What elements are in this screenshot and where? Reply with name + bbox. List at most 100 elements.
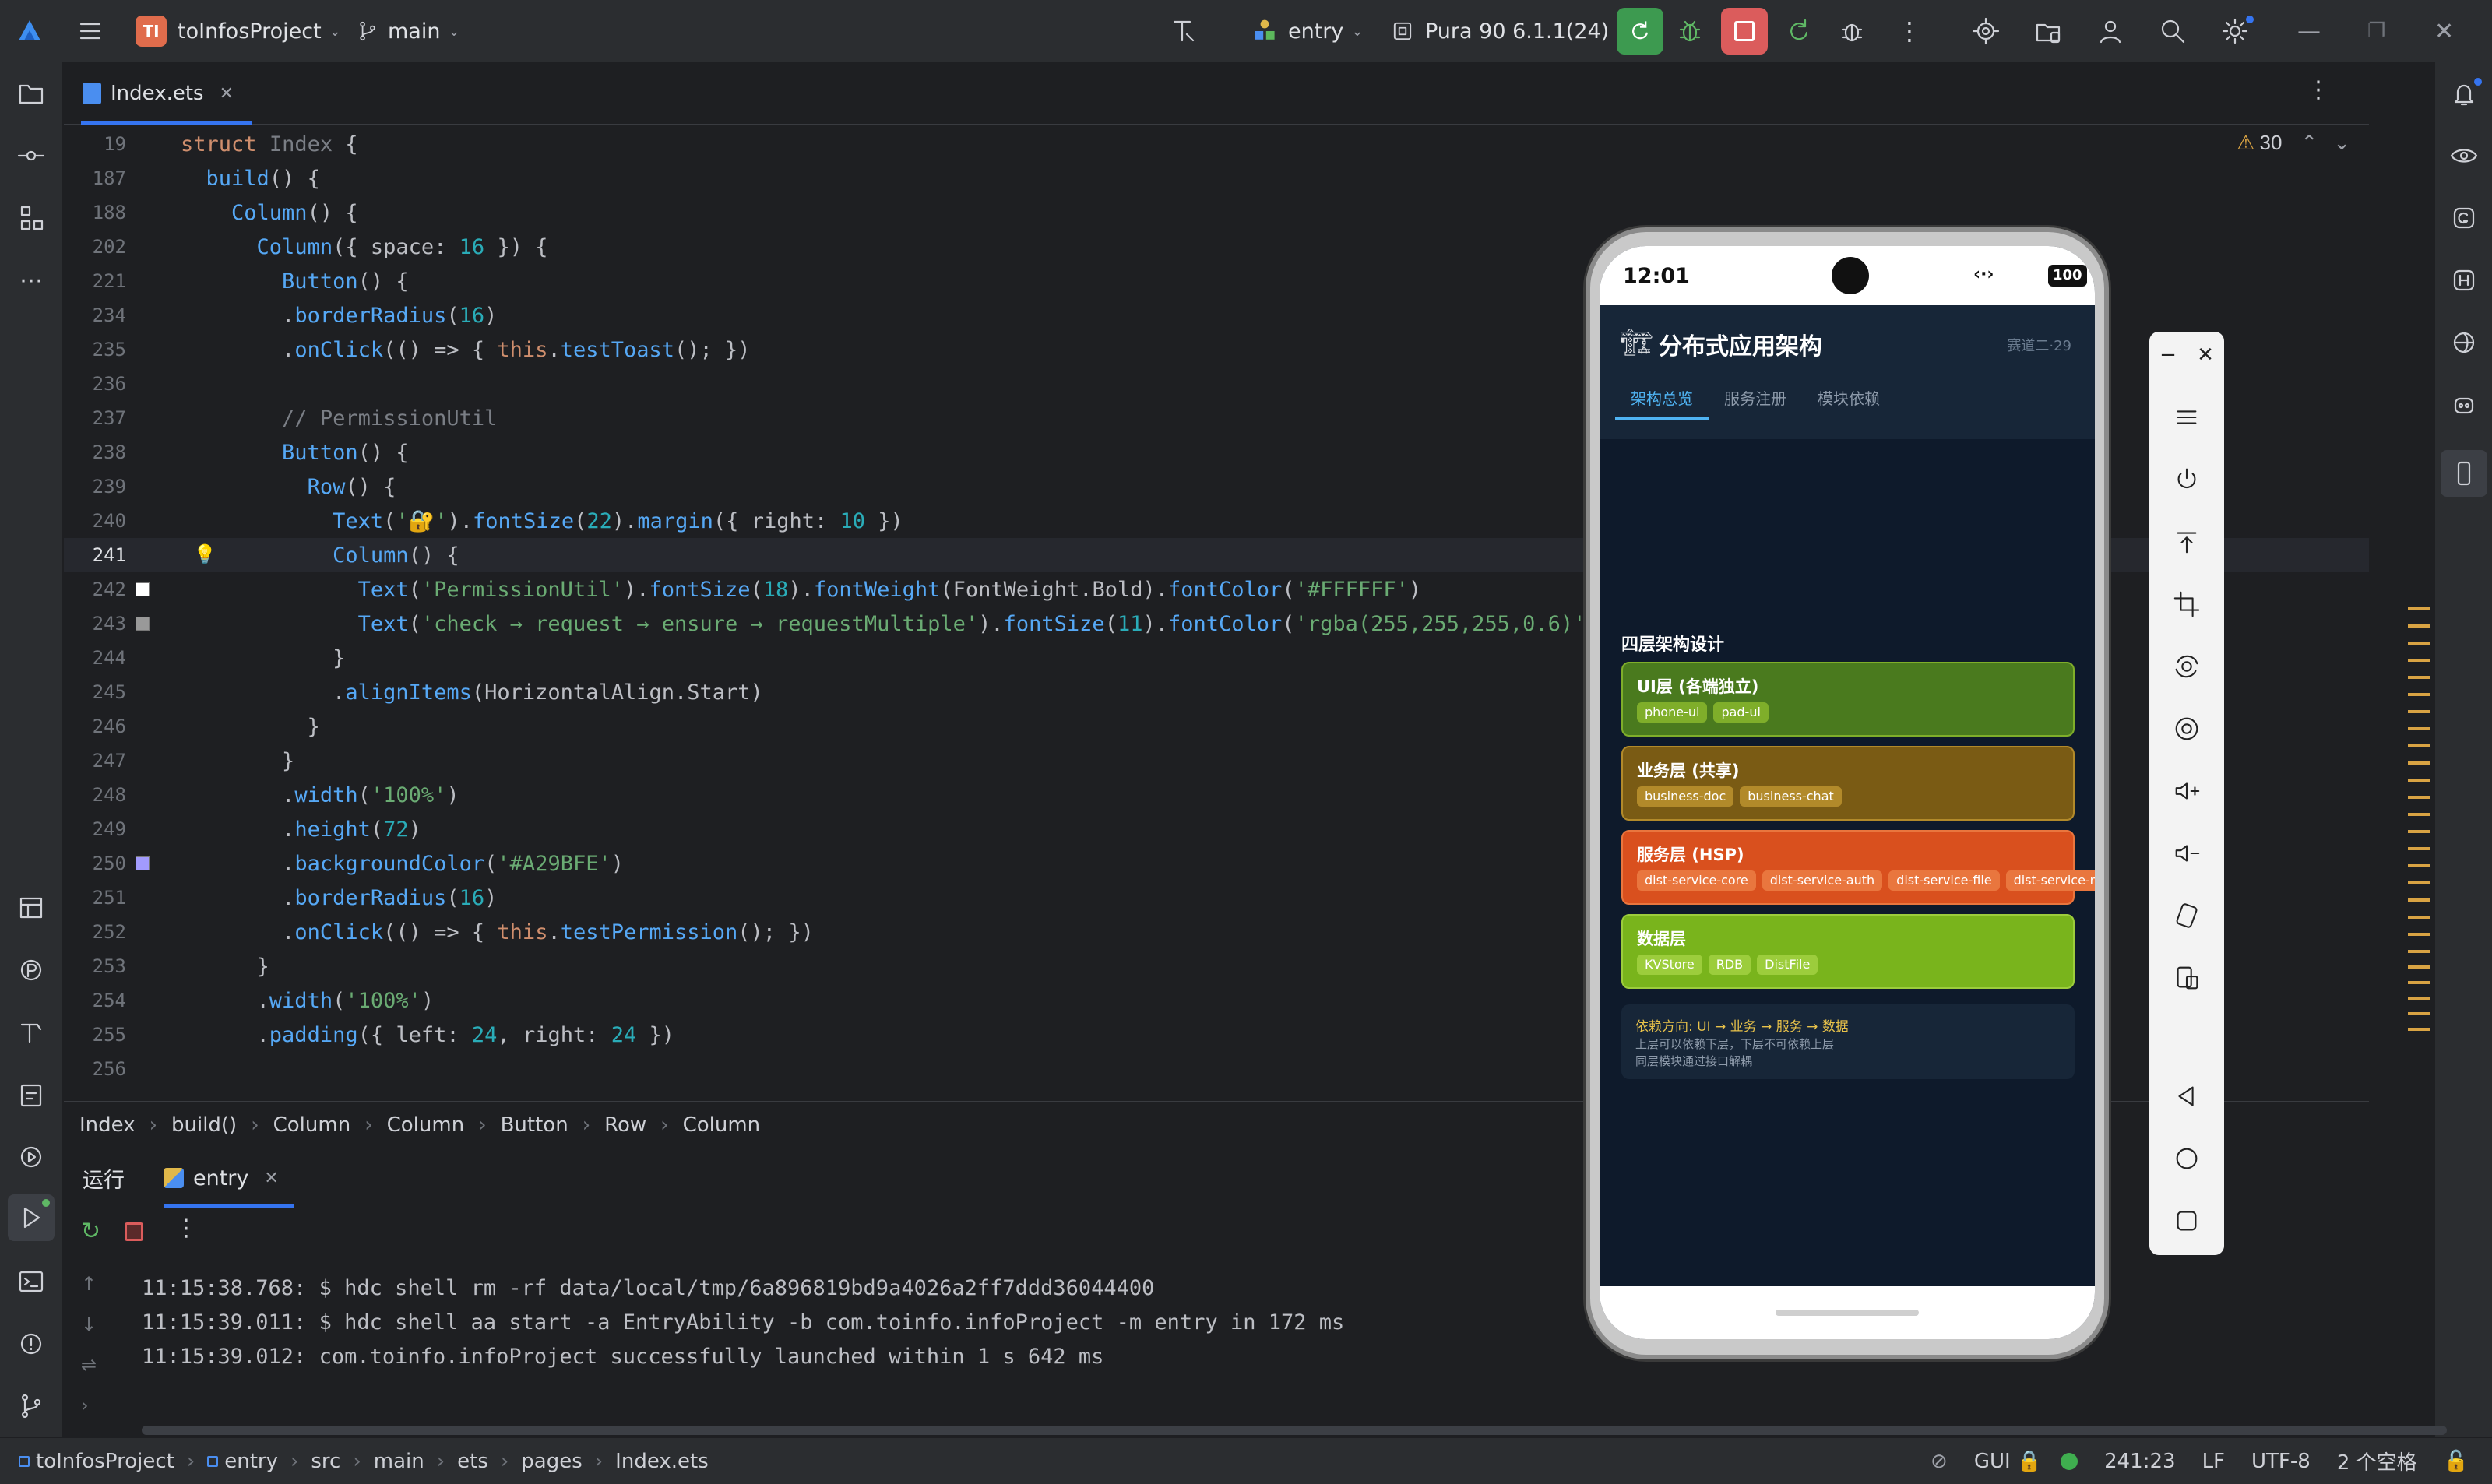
warning-marker[interactable] [2408,607,2430,610]
rerun-button[interactable] [1617,0,1663,62]
apply-changes-icon[interactable] [1783,0,1814,62]
screenshot-icon[interactable] [2149,705,2224,752]
main-menu-icon[interactable] [75,0,106,62]
path-item[interactable]: entry [207,1450,278,1473]
readonly-toggle-icon[interactable]: 🔓 [2444,1450,2469,1473]
version-control-icon[interactable] [0,1383,62,1429]
debug-icon[interactable] [1674,0,1705,62]
close-window-icon[interactable]: ✕ [2434,0,2454,62]
warning-marker[interactable] [2408,950,2430,953]
volume-down-icon[interactable] [2149,830,2224,877]
menu-icon[interactable] [2149,394,2224,441]
warning-marker[interactable] [2408,1012,2430,1015]
profiler-icon[interactable] [0,947,62,993]
code-line[interactable]: 19 struct Index { [64,127,2369,161]
more-icon[interactable]: ⋮ [174,1215,198,1242]
gui-indicator[interactable]: GUI [1974,1450,2011,1473]
branch-selector[interactable]: main ⌄ [355,0,460,62]
path-item[interactable]: src [311,1450,340,1473]
caret-position[interactable]: 241:23 [2104,1450,2175,1473]
warning-marker[interactable] [2408,659,2430,662]
home-indicator[interactable] [1776,1310,1919,1316]
minimize-emulator-icon[interactable]: − [2149,332,2187,378]
indent-setting[interactable]: 2 个空格 [2337,1447,2417,1475]
search-icon[interactable] [2157,0,2188,62]
crop-icon[interactable] [2149,581,2224,628]
warning-marker[interactable] [2408,830,2430,833]
warning-marker[interactable] [2408,1028,2430,1031]
warning-marker[interactable] [2408,676,2430,679]
close-tab-icon[interactable]: ✕ [264,1169,278,1188]
tab-service-registry[interactable]: 服务注册 [1709,377,1802,420]
chevron-down-icon[interactable]: ⌄ [2333,131,2350,155]
file-encoding[interactable]: UTF-8 [2251,1450,2311,1473]
architecture-layer-card[interactable]: 服务层 (HSP) dist-service-core dist-service-a… [1621,830,2095,905]
globe-icon[interactable] [2435,319,2492,366]
device-screen[interactable]: 12:01 ‹·› 100 🏗 分布式应用架构 赛道二·29 架构总览 服务注册… [1600,246,2095,1339]
warning-marker[interactable] [2408,981,2430,984]
project-selector[interactable]: TI toInfosProject ⌄ [136,0,341,62]
rerun-icon[interactable]: ↻ [81,1218,100,1245]
run-tool-icon[interactable] [8,1194,55,1241]
harmony-icon[interactable] [2435,257,2492,304]
breadcrumb-item[interactable]: Row [604,1113,646,1137]
color-swatch-icon[interactable] [136,856,150,870]
warning-marker[interactable] [2408,933,2430,936]
warning-marker[interactable] [2408,727,2430,730]
account-icon[interactable] [2095,0,2126,62]
more-actions-icon[interactable]: ⋮ [1897,0,1922,62]
codegenie-icon[interactable] [2435,195,2492,241]
architecture-layer-card[interactable]: 业务层 (共享) business-doc business-chat [1621,746,2075,821]
notifications-icon[interactable] [2435,70,2492,117]
folder-device-icon[interactable] [2033,0,2064,62]
path-item[interactable]: main [374,1450,424,1473]
chevron-up-icon[interactable]: ⌃ [2300,131,2318,155]
color-swatch-icon[interactable] [136,617,150,631]
path-item[interactable]: pages [521,1450,582,1473]
warning-marker[interactable] [2408,796,2430,799]
upload-icon[interactable] [2149,519,2224,565]
warning-marker[interactable] [2408,898,2430,902]
tab-entry[interactable]: entry ✕ [164,1148,294,1208]
path-item[interactable]: Index.ets [615,1450,709,1473]
device-manager-icon[interactable] [2441,450,2487,497]
warning-marker[interactable] [2408,997,2430,1000]
run-config-selector[interactable]: entry ⌄ [1251,0,1363,62]
breadcrumb-item[interactable]: build() [171,1113,237,1137]
warning-marker[interactable] [2408,710,2430,713]
code-line[interactable]: 187 build() { [64,161,2369,195]
warning-marker[interactable] [2408,965,2430,969]
target-icon[interactable] [1970,0,2001,62]
back-icon[interactable] [2149,1073,2224,1120]
warning-marker[interactable] [2408,813,2430,816]
inspection-widget[interactable]: ⚠ 30 ⌃ ⌄ [2237,131,2350,155]
breadcrumb-item[interactable]: Index [79,1113,136,1137]
breadcrumb-item[interactable]: Button [501,1113,568,1137]
arrow-up-icon[interactable]: ↑ [81,1264,112,1304]
architecture-layer-card[interactable]: UI层 (各端独立) phone-ui pad-ui [1621,662,2075,737]
horizontal-scrollbar[interactable] [142,1426,2447,1435]
bulb-icon[interactable]: 💡 [193,543,216,565]
recents-icon[interactable] [2149,1197,2224,1244]
warning-marker[interactable] [2408,864,2430,867]
home-icon[interactable] [2149,1135,2224,1182]
breadcrumb-item[interactable]: Column [273,1113,351,1137]
arrow-down-icon[interactable]: ↓ [81,1304,112,1345]
path-item[interactable]: toInfosProject [19,1450,174,1473]
text-tool-icon[interactable] [1168,0,1199,62]
attach-debugger-icon[interactable] [1836,0,1867,62]
stop-button[interactable] [1721,0,1768,62]
device-selector[interactable]: Pura 90 6.1.1(24) ⌄ [1389,0,1628,62]
more-tools-icon[interactable]: ⋯ [0,257,62,304]
line-separator[interactable]: LF [2202,1450,2225,1473]
warning-marker[interactable] [2408,744,2430,747]
terminal-icon[interactable] [0,1258,62,1305]
log-icon[interactable] [0,1071,62,1118]
fold-icon[interactable] [2149,892,2224,939]
commit-icon[interactable] [0,132,62,179]
project-folder-icon[interactable] [0,70,62,117]
services-icon[interactable] [0,1134,62,1180]
stop-icon[interactable] [125,1222,143,1241]
minimize-icon[interactable]: — [2297,0,2321,62]
warning-marker[interactable] [2408,779,2430,782]
